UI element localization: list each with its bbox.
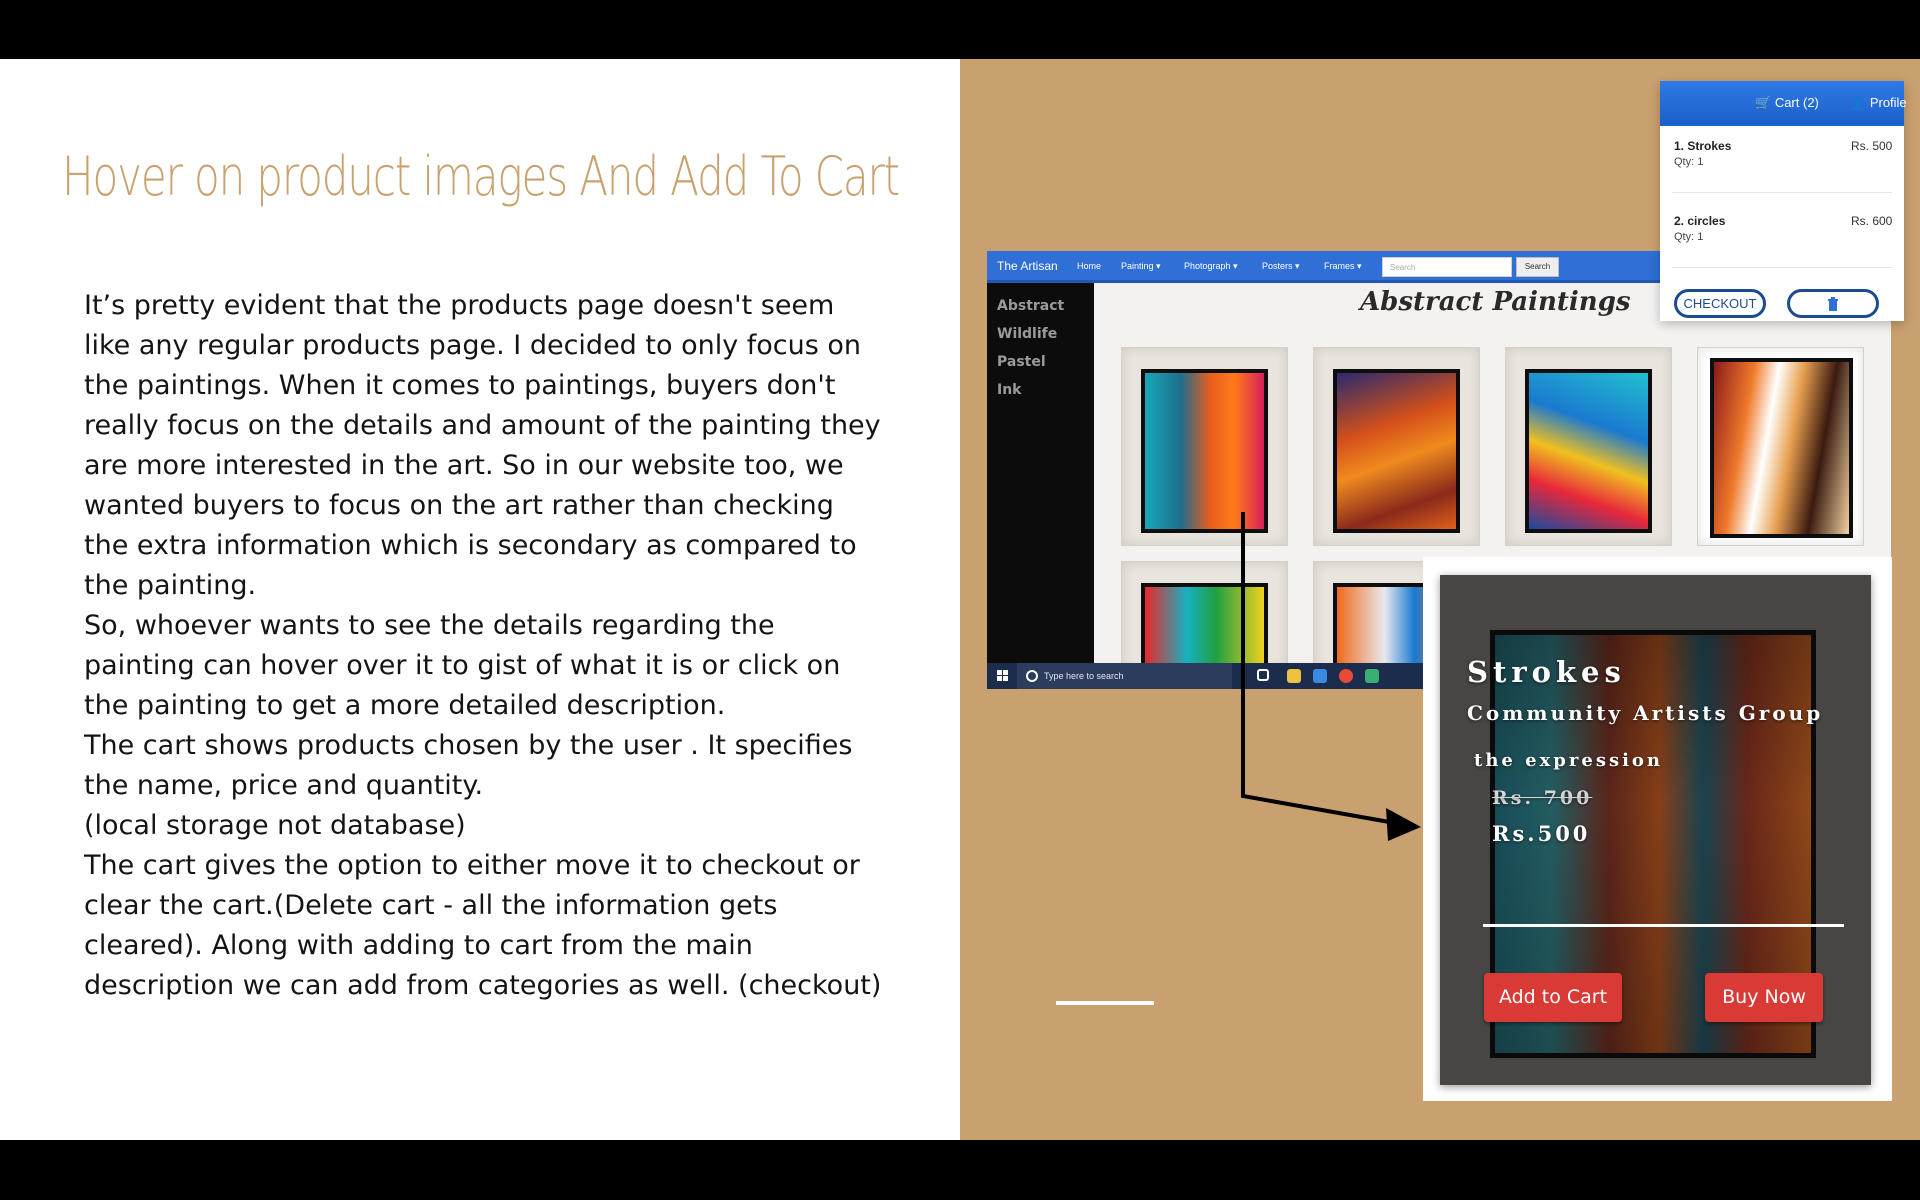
annotation-arrow [1241, 512, 1421, 841]
